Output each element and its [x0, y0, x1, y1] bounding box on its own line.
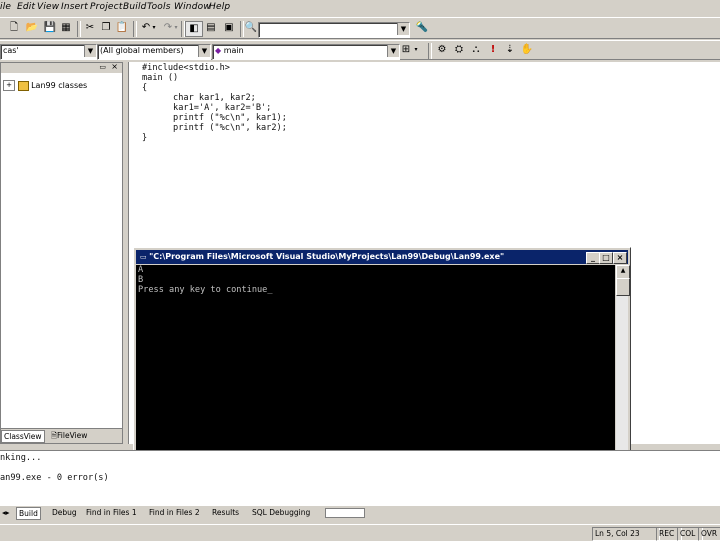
- open-file-icon[interactable]: 📂: [24, 21, 40, 35]
- menu-tools[interactable]: Tools: [147, 2, 171, 12]
- console-title: "C:\Program Files\Microsoft Visual Studi…: [149, 252, 505, 261]
- tab-build-label: Build: [19, 509, 38, 518]
- output-h-scrollbar[interactable]: [325, 508, 365, 518]
- menu-insert[interactable]: Insert: [61, 2, 88, 12]
- go-icon[interactable]: ⇣: [502, 43, 518, 57]
- tab-results-label: Results: [212, 508, 240, 517]
- breakpoint-icon[interactable]: ✋: [519, 43, 535, 57]
- standard-toolbar: 🗋 📂 💾 ▦ ✂ ❐ 📋 ↶ ▾ ↷ ▾ ◧ ▤ ▣ 🔍 ▼ 🔦: [0, 17, 720, 39]
- menu-file[interactable]: ile: [0, 2, 11, 12]
- toolbar-separator: [428, 43, 432, 59]
- tab-find-in-files-1[interactable]: Find in Files 1: [84, 507, 139, 518]
- menu-build[interactable]: Build: [123, 2, 147, 12]
- tab-sql-label: SQL Debugging: [252, 508, 311, 517]
- console-app-icon: ▭: [140, 253, 150, 261]
- find-in-files-icon[interactable]: 🔍: [243, 21, 259, 35]
- close-icon[interactable]: ×: [111, 62, 118, 71]
- menu-bar: ile Edit View Insert Project Build Tools…: [0, 0, 720, 15]
- minimize-icon[interactable]: _: [586, 252, 600, 264]
- members-combo-value: main: [223, 46, 244, 55]
- maximize-icon[interactable]: □: [599, 252, 613, 264]
- tab-results[interactable]: Results: [210, 507, 241, 518]
- copy-icon[interactable]: ❐: [98, 21, 114, 35]
- save-icon[interactable]: 💾: [42, 21, 58, 35]
- build-icon[interactable]: ⛭: [451, 43, 467, 57]
- tab-sql-debugging[interactable]: SQL Debugging: [250, 507, 312, 518]
- tab-class-view[interactable]: ClassView: [1, 430, 45, 443]
- menu-window[interactable]: Window: [174, 2, 211, 12]
- menu-edit[interactable]: Edit: [17, 2, 35, 12]
- workspace-toggle-icon[interactable]: ◧: [185, 21, 203, 37]
- ovr-indicator: OVR: [698, 527, 720, 541]
- tab-file-view[interactable]: 🗎FileView: [49, 430, 89, 441]
- filter-combo-value: (All global members): [100, 46, 184, 55]
- wizard-action-dropdown-icon[interactable]: ▾: [412, 43, 420, 57]
- window-list-icon[interactable]: ▣: [221, 21, 237, 35]
- toolbar-separator: [133, 21, 137, 37]
- tab-class-view-label: ClassView: [4, 432, 42, 441]
- class-combo-value: cas': [3, 46, 19, 55]
- console-output: A B Press any key to continue_: [138, 265, 273, 295]
- tab-build[interactable]: Build: [16, 507, 41, 520]
- chevron-down-icon[interactable]: ▼: [397, 23, 409, 35]
- output-tabs: ◂▸ Build Debug Find in Files 1 Find in F…: [0, 506, 720, 520]
- tree-root-item[interactable]: + Lan99 classes: [3, 80, 87, 91]
- redo-dropdown-icon[interactable]: ▾: [172, 21, 180, 35]
- scroll-thumb[interactable]: [616, 278, 630, 296]
- source-code[interactable]: #include<stdio.h> main () { char kar1, k…: [142, 63, 287, 143]
- tab-debug-label: Debug: [52, 508, 77, 517]
- wizard-bar: cas' ▼ (All global members) ▼ ◆ main ▼ ⊞ ▾ …: [0, 40, 720, 60]
- tab-find-2-label: Find in Files 2: [149, 508, 200, 517]
- tab-find-in-files-2[interactable]: Find in Files 2: [147, 507, 202, 518]
- tab-nav-left-icon[interactable]: ◂▸: [0, 507, 12, 518]
- chevron-down-icon[interactable]: ▼: [84, 45, 96, 57]
- find-combo[interactable]: ▼: [258, 22, 410, 38]
- output-toggle-icon[interactable]: ▤: [203, 21, 219, 35]
- search-icon[interactable]: 🔦: [414, 21, 430, 35]
- cursor-position: Ln 5, Col 23: [592, 527, 660, 541]
- status-bar: Ln 5, Col 23 REC COL OVR: [0, 524, 720, 541]
- menu-project[interactable]: Project: [90, 2, 123, 12]
- tree-root-label: Lan99 classes: [31, 81, 88, 90]
- build-output-text[interactable]: nking... an99.exe - 0 error(s): [0, 453, 109, 483]
- restore-icon[interactable]: ▭: [99, 63, 106, 71]
- toolbar-separator: [77, 21, 81, 37]
- cut-icon[interactable]: ✂: [82, 21, 98, 35]
- save-all-icon[interactable]: ▦: [58, 21, 74, 35]
- chevron-down-icon[interactable]: ▼: [198, 45, 210, 57]
- menu-help[interactable]: Help: [209, 2, 230, 12]
- execute-icon[interactable]: !: [485, 43, 501, 57]
- workspace-titlebar: ▭ ×: [1, 62, 122, 73]
- workspace-panel: ▭ × + Lan99 classes ClassView 🗎FileView: [0, 62, 123, 444]
- undo-dropdown-icon[interactable]: ▾: [150, 21, 158, 35]
- stop-build-icon[interactable]: ⛬: [468, 43, 484, 57]
- function-icon: ◆: [215, 46, 224, 55]
- paste-icon[interactable]: 📋: [114, 21, 130, 35]
- class-combo[interactable]: cas' ▼: [0, 44, 97, 60]
- filter-combo[interactable]: (All global members) ▼: [97, 44, 211, 60]
- close-icon[interactable]: ×: [613, 252, 627, 264]
- tab-find-1-label: Find in Files 1: [86, 508, 137, 517]
- project-folder-icon: [17, 80, 29, 91]
- members-combo[interactable]: ◆ main ▼: [212, 44, 400, 60]
- menu-view[interactable]: View: [37, 2, 59, 12]
- new-file-icon[interactable]: 🗋: [6, 21, 22, 35]
- compile-icon[interactable]: ⚙: [434, 43, 450, 57]
- scroll-up-icon[interactable]: ▲: [616, 265, 630, 279]
- output-panel: nking... an99.exe - 0 error(s): [0, 450, 720, 506]
- expand-icon[interactable]: +: [3, 80, 15, 91]
- tab-file-view-label: FileView: [57, 431, 88, 440]
- tab-debug[interactable]: Debug: [50, 507, 79, 518]
- console-titlebar[interactable]: ▭ "C:\Program Files\Microsoft Visual Stu…: [136, 250, 628, 264]
- workspace-tabs: ClassView 🗎FileView: [1, 428, 122, 443]
